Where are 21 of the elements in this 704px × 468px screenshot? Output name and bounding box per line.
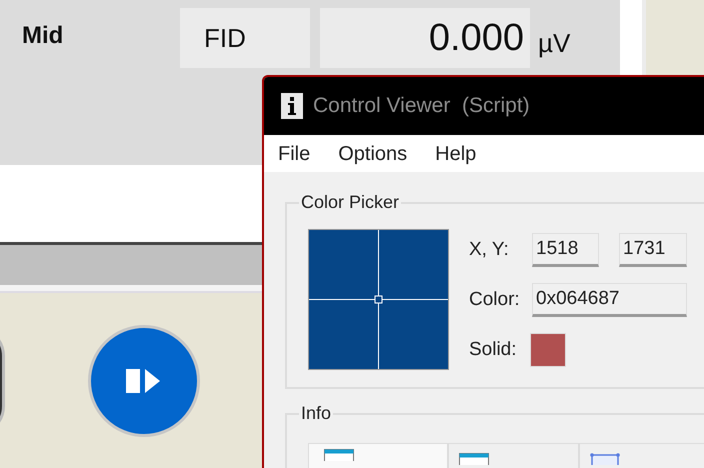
info-tab[interactable] <box>448 443 580 468</box>
xy-label: X, Y: <box>469 238 510 262</box>
menu-item[interactable]: File <box>278 138 310 169</box>
menu-item[interactable]: Help <box>435 138 476 169</box>
solid-label: Solid: <box>469 338 518 362</box>
window-icon <box>459 453 490 465</box>
menu-item[interactable]: Options <box>338 138 408 169</box>
window-title: Control Viewer (Script) <box>313 93 530 120</box>
info-tab[interactable] <box>579 443 704 468</box>
color-label: Color: <box>469 288 521 312</box>
channel-label: Mid <box>22 21 64 51</box>
step-play-icon <box>126 368 162 394</box>
info-icon <box>281 93 303 120</box>
window-icon <box>324 449 354 461</box>
color-value-field[interactable]: 0x064687 <box>532 283 687 318</box>
info-tab[interactable] <box>308 443 448 468</box>
mode-field: FID <box>180 8 310 68</box>
unit-label: µV <box>538 27 570 60</box>
y-field[interactable]: 1731 <box>619 233 687 268</box>
x-field[interactable]: 1518 <box>532 233 599 268</box>
reading-field: 0.000 <box>320 8 530 68</box>
